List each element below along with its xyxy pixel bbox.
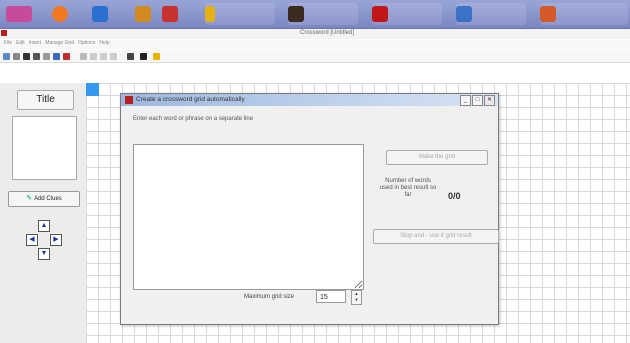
- open-icon[interactable]: [13, 52, 20, 60]
- app-title-bar: Crossword [Untitled]: [0, 29, 630, 39]
- taskbar-paint-button[interactable]: [540, 3, 628, 25]
- menu-bar: File Edit Insert Manage Grid Options Hel…: [0, 40, 630, 49]
- instructions-text: Enter each word or phrase on a separate …: [133, 116, 254, 122]
- toolbar: [0, 50, 630, 63]
- title-button[interactable]: Title: [17, 90, 74, 110]
- grid-icon[interactable]: [127, 52, 134, 60]
- arrow-down-icon[interactable]: ▼: [38, 248, 50, 260]
- stats-value: 0/0: [448, 191, 461, 201]
- dialog-title-bar[interactable]: Create a crossword grid automatically _ …: [121, 94, 498, 106]
- taskbar-media-icon[interactable]: [135, 3, 151, 25]
- dialog-app-icon: [125, 96, 133, 104]
- cut-icon[interactable]: [100, 52, 107, 60]
- export-icon[interactable]: [53, 52, 60, 60]
- stats-label: Number of words used in best result so f…: [379, 178, 437, 198]
- direction-pad: ▲ ◀ ▶ ▼: [26, 220, 62, 262]
- taskbar-app-icon[interactable]: [92, 3, 108, 25]
- arrow-left-icon[interactable]: ◀: [26, 234, 38, 246]
- taskbar-word-button[interactable]: [456, 3, 526, 25]
- clear-icon[interactable]: [63, 52, 70, 60]
- copy-icon[interactable]: [110, 52, 117, 60]
- arrow-up-icon[interactable]: ▲: [38, 220, 50, 232]
- dialog-title: Create a crossword grid automatically: [136, 96, 245, 103]
- selected-cell[interactable]: [86, 83, 99, 96]
- words-input[interactable]: [133, 144, 364, 290]
- add-clues-button[interactable]: ✎ Add Clues: [8, 191, 80, 207]
- auto-grid-dialog: Create a crossword grid automatically _ …: [120, 93, 499, 325]
- new-icon[interactable]: [3, 52, 10, 60]
- max-grid-label: Maximum grid size: [244, 294, 295, 300]
- menu-manage-grid[interactable]: Manage Grid: [45, 40, 74, 49]
- preview-icon[interactable]: [43, 52, 50, 60]
- settings-icon[interactable]: [140, 52, 147, 60]
- use-grid-button[interactable]: Stop and - use it grid result: [373, 229, 499, 244]
- taskbar-window-button[interactable]: [288, 3, 358, 25]
- wand-icon: ✎: [26, 195, 33, 202]
- max-grid-stepper[interactable]: ▲ ▼: [351, 290, 362, 305]
- taskbar-browser-icon[interactable]: [52, 3, 68, 25]
- help-icon[interactable]: [153, 52, 160, 60]
- undo-icon[interactable]: [80, 52, 87, 60]
- taskbar-crossword-button[interactable]: [372, 3, 442, 25]
- taskbar-tool-icon[interactable]: [162, 3, 178, 25]
- taskbar-start-icon[interactable]: [6, 3, 32, 25]
- menu-options[interactable]: Options: [78, 40, 95, 49]
- app-icon: [1, 30, 7, 36]
- taskbar-folder-button[interactable]: [205, 3, 275, 25]
- add-clues-label: Add Clues: [34, 196, 62, 202]
- menu-file[interactable]: File: [4, 40, 12, 49]
- make-grid-button[interactable]: Make the grid: [386, 150, 488, 165]
- menu-insert[interactable]: Insert: [29, 40, 42, 49]
- print-icon[interactable]: [33, 52, 40, 60]
- max-grid-input[interactable]: 15: [316, 290, 346, 303]
- app-title: Crossword [Untitled]: [300, 30, 355, 36]
- title-preview-box: [12, 116, 77, 180]
- menu-help[interactable]: Help: [99, 40, 109, 49]
- close-button[interactable]: ✕: [484, 95, 495, 106]
- minimize-button[interactable]: _: [460, 95, 471, 106]
- taskbar: [0, 0, 630, 29]
- maximize-button[interactable]: □: [472, 95, 483, 106]
- redo-icon[interactable]: [90, 52, 97, 60]
- arrow-right-icon[interactable]: ▶: [50, 234, 62, 246]
- save-icon[interactable]: [23, 52, 30, 60]
- left-panel: Title ✎ Add Clues ▲ ◀ ▶ ▼: [0, 83, 86, 343]
- menu-edit[interactable]: Edit: [16, 40, 25, 49]
